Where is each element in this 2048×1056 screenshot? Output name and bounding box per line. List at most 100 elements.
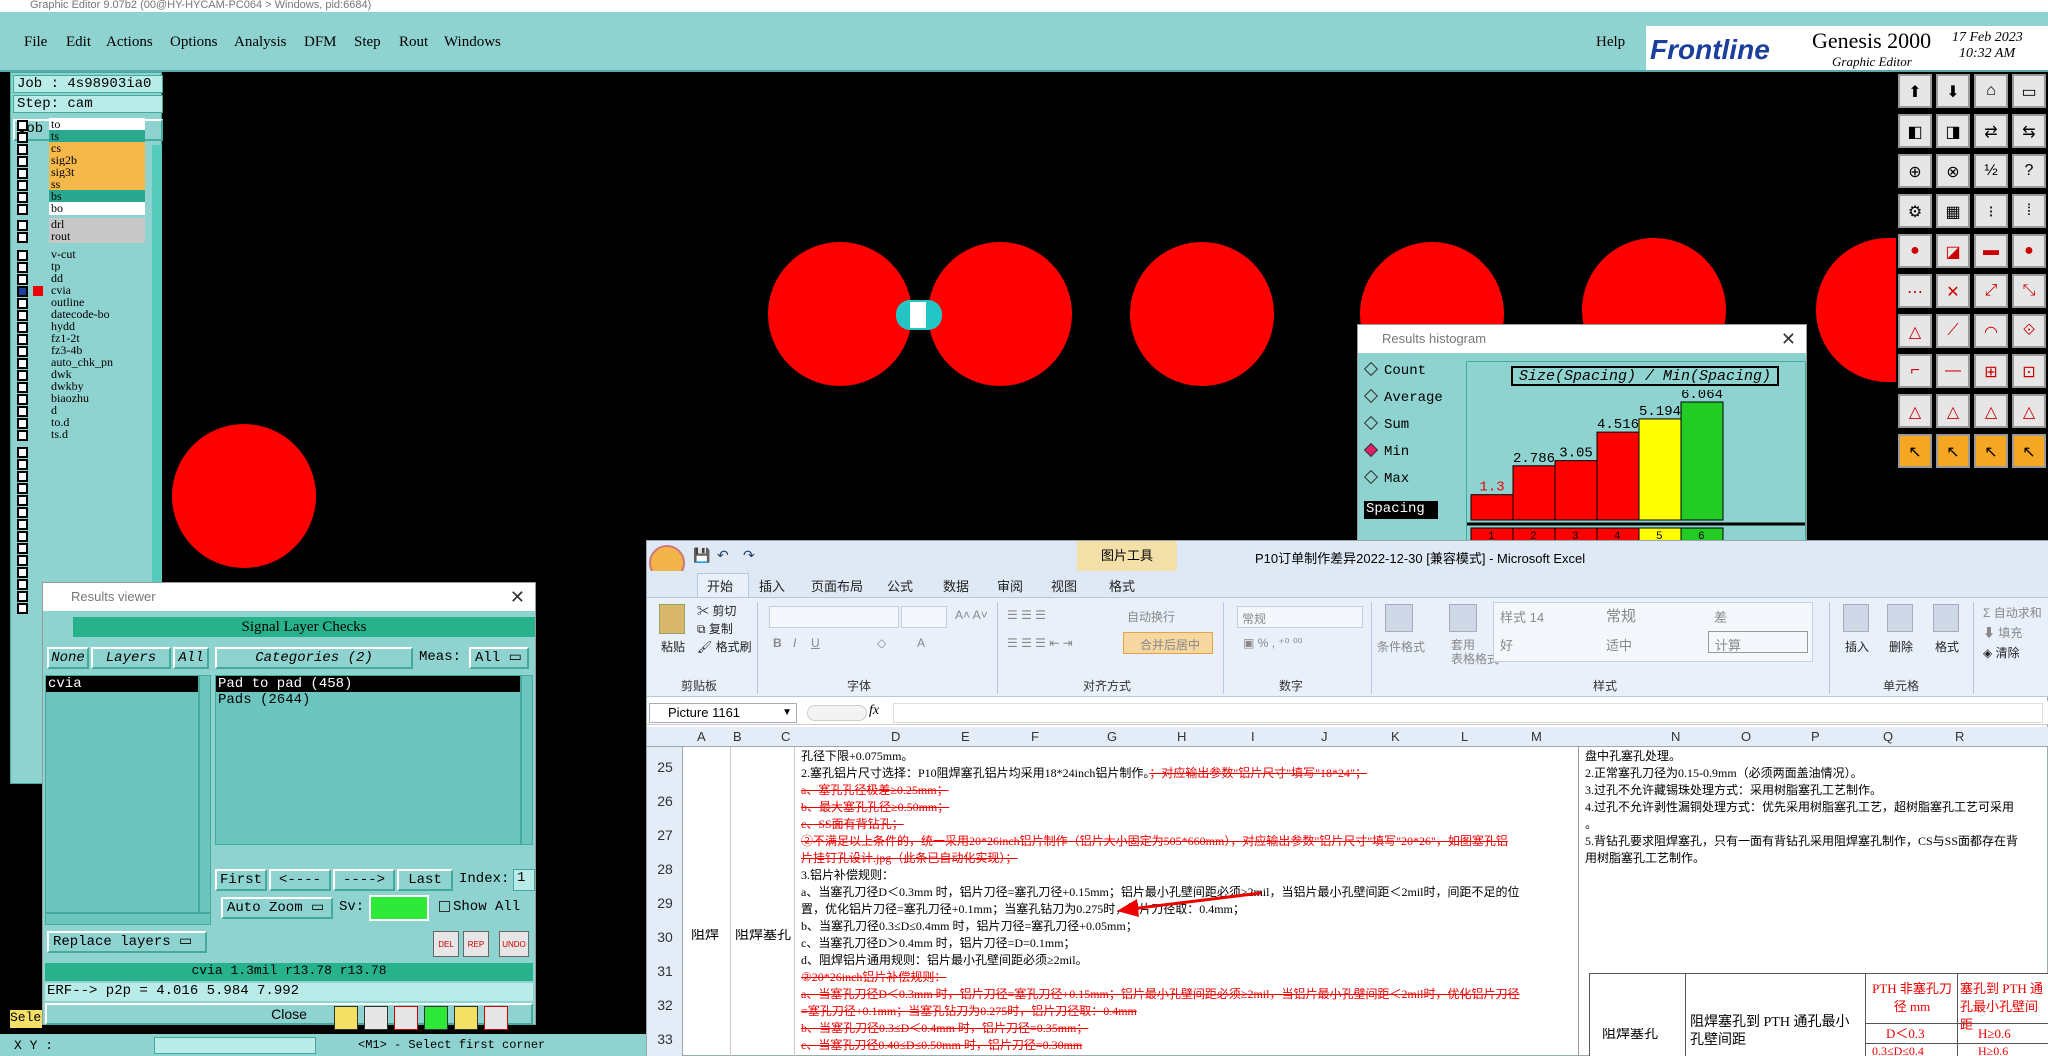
histogram-option-average[interactable]: Average xyxy=(1363,388,1443,406)
tab-home-label[interactable]: 开始 xyxy=(707,576,733,595)
layer-checkbox[interactable] xyxy=(17,430,28,441)
row-header-26[interactable]: 26 xyxy=(647,793,683,809)
align-left-icon[interactable]: ☰ ☰ ☰ ⇤ ⇥ xyxy=(1007,636,1073,650)
tool-12-icon[interactable]: ? xyxy=(2012,154,2046,188)
column-header-G[interactable]: G xyxy=(1107,729,1117,744)
formula-input[interactable] xyxy=(893,703,2043,723)
menu-edit[interactable]: Edit xyxy=(66,34,91,51)
layer-result-list[interactable]: cvia xyxy=(45,675,199,913)
layer-row-ts.d[interactable]: ts.d xyxy=(15,428,145,442)
menu-actions[interactable]: Actions xyxy=(106,34,153,51)
severity-dropdown[interactable] xyxy=(369,895,429,921)
merged-cell-a[interactable]: 阻焊 xyxy=(683,747,731,1056)
layer-name[interactable]: bo xyxy=(49,202,145,215)
column-header-A[interactable]: A xyxy=(697,729,706,744)
merged-cell-b[interactable]: 阻焊塞孔 xyxy=(731,747,795,1056)
column-header-J[interactable]: J xyxy=(1321,729,1328,744)
column-header-K[interactable]: K xyxy=(1391,729,1400,744)
fill-button[interactable]: ⬇ 填充 xyxy=(1983,624,2022,641)
worksheet-grid[interactable]: 阻焊 阻焊塞孔 孔径下限+0.075mm。 2.塞孔铝片尺寸选择：P10阻焊塞孔铝… xyxy=(683,747,2048,1056)
wrap-text-button[interactable]: 自动换行 xyxy=(1127,608,1175,625)
replace-layers-dropdown[interactable]: Replace layers ▭ xyxy=(47,931,207,953)
fill-color-icon[interactable]: ◇ xyxy=(877,636,886,650)
row-header-29[interactable]: 29 xyxy=(647,895,683,911)
tool-4-icon[interactable]: ▭ xyxy=(2012,74,2046,108)
tab-page-layout[interactable]: 页面布局 xyxy=(811,576,863,595)
column-header-M[interactable]: M xyxy=(1531,729,1542,744)
tool-11-icon[interactable]: ½ xyxy=(1974,154,2008,188)
row-header-28[interactable]: 28 xyxy=(647,861,683,877)
font-name-box[interactable] xyxy=(769,606,899,628)
tool-26-icon[interactable]: ⟋ xyxy=(1936,314,1970,348)
tab-format[interactable]: 格式 xyxy=(1109,576,1135,595)
column-header-N[interactable]: N xyxy=(1671,729,1680,744)
fx-icon[interactable]: fx xyxy=(869,703,879,719)
tool-17-icon[interactable]: ● xyxy=(1898,234,1932,268)
undo-icon[interactable]: ↶ xyxy=(717,547,729,564)
row-header-25[interactable]: 25 xyxy=(647,759,683,775)
column-header-I[interactable]: I xyxy=(1251,729,1255,744)
all-button[interactable]: All xyxy=(173,647,209,669)
tool-33-icon[interactable]: △ xyxy=(1898,394,1932,428)
column-header-F[interactable]: F xyxy=(1031,729,1039,744)
tool-15-icon[interactable]: ⁝ xyxy=(1974,194,2008,228)
clear-button[interactable]: ◈ 清除 xyxy=(1983,644,2020,661)
show-all-checkbox[interactable] xyxy=(439,901,450,912)
copy-button[interactable]: ⧉ 复制 xyxy=(697,620,733,637)
tool-1-icon[interactable]: ⬆ xyxy=(1898,74,1932,108)
auto-zoom-dropdown[interactable]: Auto Zoom ▭ xyxy=(221,897,333,919)
tool-icon[interactable] xyxy=(364,1006,388,1030)
menu-dfm[interactable]: DFM xyxy=(304,34,337,51)
number-format-box[interactable]: 常规 xyxy=(1237,606,1363,628)
column-header-Q[interactable]: Q xyxy=(1883,729,1893,744)
xy-input[interactable] xyxy=(154,1037,316,1054)
close-icon[interactable]: ✕ xyxy=(1781,325,1796,353)
style-gallery[interactable]: 样式 14 常规 差 好 适中 计算 xyxy=(1493,602,1813,662)
histogram-option-max[interactable]: Max xyxy=(1363,469,1409,487)
tool-20-icon[interactable]: ● xyxy=(2012,234,2046,268)
style-item[interactable]: 好 xyxy=(1500,635,1513,654)
tool-5-icon[interactable]: ◧ xyxy=(1898,114,1932,148)
first-button[interactable]: First xyxy=(215,869,267,891)
results-hscroll[interactable] xyxy=(45,913,211,925)
tool-6-icon[interactable]: ◨ xyxy=(1936,114,1970,148)
bold-icon[interactable]: B xyxy=(773,636,782,650)
tool-10-icon[interactable]: ⊗ xyxy=(1936,154,1970,188)
tool-22-icon[interactable]: ✕ xyxy=(1936,274,1970,308)
tool-28-icon[interactable]: ⟐ xyxy=(2012,314,2046,348)
merge-center-button[interactable]: 合并后居中 xyxy=(1123,632,1213,654)
list-item[interactable]: Pads (2644) xyxy=(216,692,520,708)
tool-9-icon[interactable]: ⊕ xyxy=(1898,154,1932,188)
close-icon[interactable]: ✕ xyxy=(510,583,525,611)
layers-button[interactable]: Layers xyxy=(91,647,171,669)
cut-button[interactable]: ✂ 剪切 xyxy=(697,602,736,619)
column-header-C[interactable]: C xyxy=(781,729,790,744)
autosum-button[interactable]: Σ 自动求和 xyxy=(1983,604,2042,621)
column-header-L[interactable]: L xyxy=(1461,729,1468,744)
none-button[interactable]: None xyxy=(47,647,89,669)
tool-18-icon[interactable]: ◪ xyxy=(1936,234,1970,268)
delete-button[interactable]: 删除 xyxy=(1889,638,1913,655)
column-header-B[interactable]: B xyxy=(733,729,742,744)
meas-dropdown[interactable]: All ▭ xyxy=(469,647,529,669)
tab-formulas[interactable]: 公式 xyxy=(887,576,913,595)
tool-40-icon[interactable]: ↖ xyxy=(2012,434,2046,468)
column-header-E[interactable]: E xyxy=(961,729,970,744)
tool-2-icon[interactable]: ⬇ xyxy=(1936,74,1970,108)
layer-checkbox[interactable] xyxy=(17,204,28,215)
row-header-31[interactable]: 31 xyxy=(647,963,683,979)
underline-icon[interactable]: U xyxy=(811,636,820,650)
paste-icon[interactable] xyxy=(659,604,685,634)
rep-icon[interactable]: REP xyxy=(463,931,489,957)
last-button[interactable]: Last xyxy=(397,869,453,891)
style-item[interactable]: 常规 xyxy=(1606,605,1636,626)
undo-icon[interactable]: UNDO xyxy=(499,931,529,957)
layer-scrollbar[interactable] xyxy=(199,675,211,913)
table-format-button[interactable]: 套用 表格格式 xyxy=(1451,638,1499,666)
column-header-O[interactable]: O xyxy=(1741,729,1751,744)
layer-checkbox[interactable] xyxy=(17,232,28,243)
prev-button[interactable]: <---- xyxy=(269,869,331,891)
redo-icon[interactable]: ↷ xyxy=(743,547,755,564)
style-item[interactable]: 样式 14 xyxy=(1500,607,1544,626)
next-button[interactable]: ----> xyxy=(333,869,395,891)
